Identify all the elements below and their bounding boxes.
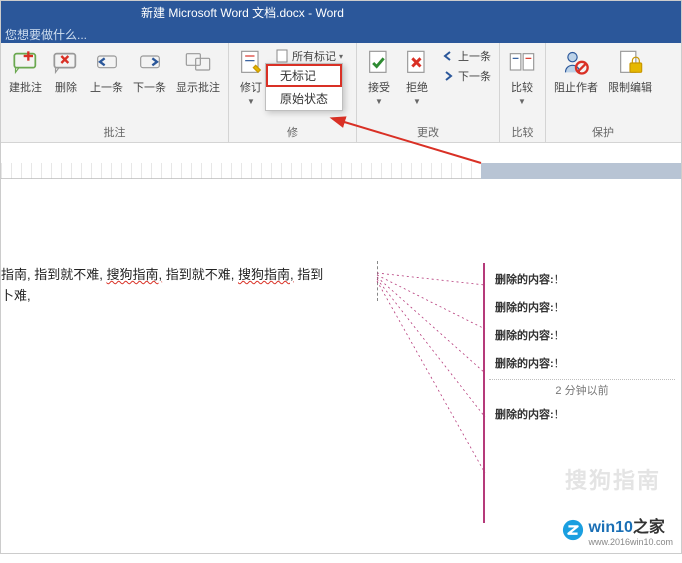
next-comment-button[interactable]: 下一条 [131, 47, 168, 97]
dropdown-original[interactable]: 原始状态 [266, 87, 342, 110]
block-authors-icon [562, 49, 590, 77]
accept-icon [365, 49, 393, 77]
text-boundary [377, 261, 378, 301]
track-changes-label: 修订 [240, 79, 262, 95]
markup-dropdown: 无标记 原始状态 [265, 63, 343, 111]
restrict-editing-label: 限制编辑 [608, 79, 652, 95]
compare-button[interactable]: 比较 ▼ [506, 47, 538, 108]
doc-icon [275, 49, 289, 63]
revision-item[interactable]: 删除的内容:！ [489, 400, 675, 428]
title-bar: 新建 Microsoft Word 文档.docx - Word [1, 1, 681, 23]
block-authors-button[interactable]: 阻止作者 [552, 47, 600, 97]
group-tracking-label: 修 [235, 122, 350, 140]
revision-item[interactable]: 删除的内容:！ [489, 293, 675, 321]
chevron-down-icon: ▼ [518, 97, 526, 106]
spell-error: 搜狗指南, [238, 267, 294, 282]
group-protect: 阻止作者 限制编辑 保护 [546, 43, 660, 142]
track-changes-icon [237, 49, 265, 77]
spell-error: 搜狗指南, [106, 267, 162, 282]
track-changes-button[interactable]: 修订 ▼ [235, 47, 267, 108]
chevron-down-icon: ▾ [339, 52, 343, 61]
revision-marker-bar [483, 263, 485, 523]
group-changes-label: 更改 [363, 122, 493, 140]
new-comment-button[interactable]: 建批注 [7, 47, 44, 97]
new-comment-label: 建批注 [9, 79, 42, 95]
new-comment-icon [12, 49, 40, 77]
delete-comment-icon [52, 49, 80, 77]
document-area: 指南, 指到就不难, 搜狗指南, 指到就不难, 搜狗指南, 指到 卜难, 删除的… [1, 143, 681, 555]
document-text[interactable]: 指南, 指到就不难, 搜狗指南, 指到就不难, 搜狗指南, 指到 卜难, [1, 265, 377, 307]
next-change-icon [441, 69, 455, 83]
chevron-down-icon: ▼ [413, 97, 421, 106]
reject-label: 拒绝 [406, 79, 428, 95]
reject-button[interactable]: 拒绝 ▼ [401, 47, 433, 108]
revision-item[interactable]: 删除的内容:！ [489, 349, 675, 377]
compare-label: 比较 [511, 79, 533, 95]
tell-me-box[interactable]: 您想要做什么... [1, 23, 681, 43]
revisions-pane: 删除的内容:！ 删除的内容:！ 删除的内容:！ 删除的内容:！ 2 分钟以前 删… [489, 265, 675, 428]
group-protect-label: 保护 [552, 122, 654, 140]
prev-comment-icon [93, 49, 121, 77]
delete-comment-label: 删除 [55, 79, 77, 95]
logo-icon [562, 519, 584, 541]
chevron-down-icon: ▼ [375, 97, 383, 106]
group-compare: 比较 ▼ 比较 [500, 43, 546, 142]
delete-comment-button[interactable]: 删除 [50, 47, 82, 97]
watermark-faint: 搜狗指南 [565, 463, 661, 495]
next-comment-label: 下一条 [133, 79, 166, 95]
next-change-label: 下一条 [458, 68, 491, 84]
next-comment-icon [136, 49, 164, 77]
prev-change-label: 上一条 [458, 48, 491, 64]
group-changes: 接受 ▼ 拒绝 ▼ 上一条 下一条 更改 [357, 43, 500, 142]
prev-comment-label: 上一条 [90, 79, 123, 95]
accept-label: 接受 [368, 79, 390, 95]
watermark-logo: win10之家 www.2016win10.com [562, 513, 673, 547]
revision-item[interactable]: 删除的内容:！ [489, 265, 675, 293]
prev-change-icon [441, 49, 455, 63]
group-compare-label: 比较 [506, 122, 539, 140]
show-comments-button[interactable]: 显示批注 [174, 47, 222, 97]
group-comments: 建批注 删除 上一条 下一条 显示批注 批注 [1, 43, 229, 142]
restrict-editing-icon [616, 49, 644, 77]
accept-button[interactable]: 接受 ▼ [363, 47, 395, 108]
reject-icon [403, 49, 431, 77]
group-comments-label: 批注 [7, 122, 222, 140]
restrict-editing-button[interactable]: 限制编辑 [606, 47, 654, 97]
block-authors-label: 阻止作者 [554, 79, 598, 95]
compare-icon [508, 49, 536, 77]
show-comments-icon [184, 49, 212, 77]
tell-me-placeholder: 您想要做什么... [5, 28, 87, 42]
document-title: 新建 Microsoft Word 文档.docx - Word [141, 4, 344, 21]
chevron-down-icon: ▼ [247, 97, 255, 106]
revision-time: 2 分钟以前 [489, 379, 675, 398]
revision-item[interactable]: 删除的内容:！ [489, 321, 675, 349]
dropdown-no-markup[interactable]: 无标记 [266, 64, 342, 87]
ruler [1, 163, 681, 179]
show-comments-label: 显示批注 [176, 79, 220, 95]
next-change-item[interactable]: 下一条 [439, 67, 493, 85]
markup-all-label: 所有标记 [292, 48, 336, 64]
prev-change-item[interactable]: 上一条 [439, 47, 493, 65]
prev-comment-button[interactable]: 上一条 [88, 47, 125, 97]
